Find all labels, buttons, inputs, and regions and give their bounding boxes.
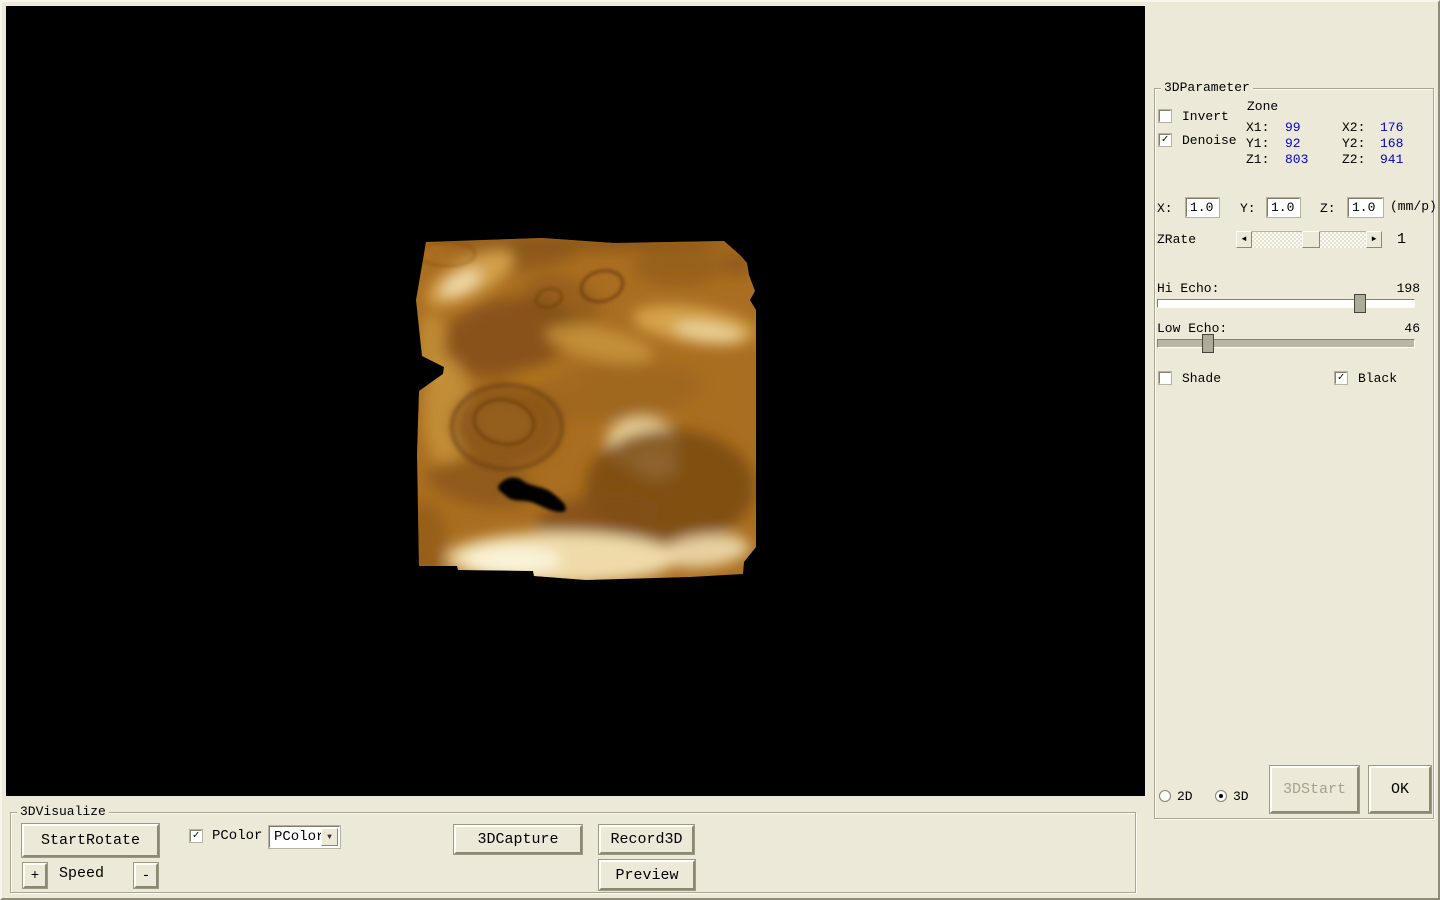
hi-echo-slider-thumb[interactable] <box>1354 294 1366 313</box>
zone-y2-value: 168 <box>1380 136 1403 151</box>
zone-x2-value: 176 <box>1380 120 1403 135</box>
radio-dot-icon <box>1219 794 1223 798</box>
low-echo-slider-thumb[interactable] <box>1202 334 1214 353</box>
chevron-down-icon[interactable]: ▼ <box>321 828 338 846</box>
pcolor-label: PColor <box>212 829 262 844</box>
start3d-button[interactable]: 3DStart <box>1270 766 1359 813</box>
check-icon: ✓ <box>1162 134 1169 146</box>
speed-plus-button[interactable]: + <box>23 863 47 888</box>
scroll-left-icon: ◄ <box>1242 235 1247 244</box>
zone-z2-label: Z2: <box>1342 152 1365 167</box>
parameter-groupbox-title: 3DParameter <box>1161 81 1253 95</box>
invert-checkbox[interactable] <box>1159 110 1171 122</box>
zone-x2-label: X2: <box>1342 120 1365 135</box>
combo-arrow-icon: ▼ <box>327 833 332 842</box>
zrate-scroll-left-button[interactable]: ◄ <box>1236 231 1252 248</box>
zrate-value: 1 <box>1397 232 1406 247</box>
z-scale-input[interactable] <box>1348 198 1383 217</box>
zone-y2-label: Y2: <box>1342 136 1365 151</box>
record-3d-button[interactable]: Record3D <box>599 825 694 854</box>
render-viewport[interactable] <box>6 6 1145 796</box>
ok-button[interactable]: OK <box>1369 766 1431 813</box>
start-rotate-button[interactable]: StartRotate <box>22 824 159 857</box>
scale-unit-label: (mm/p) <box>1390 199 1437 214</box>
speed-minus-button[interactable]: - <box>134 863 158 888</box>
mode-3d-radio[interactable] <box>1215 790 1227 802</box>
speed-label: Speed <box>59 866 104 881</box>
mode-2d-label: 2D <box>1177 789 1193 804</box>
ultrasound-volume-render <box>6 6 1145 796</box>
zone-z1-value: 803 <box>1285 152 1308 167</box>
hi-echo-label: Hi Echo: <box>1157 281 1219 296</box>
visualize-groupbox-title: 3DVisualize <box>17 805 109 819</box>
pcolor-dropdown[interactable]: PColor ▼ <box>269 826 340 848</box>
x-scale-label: X: <box>1157 201 1173 216</box>
zone-label: Zone <box>1247 99 1278 114</box>
preview-button[interactable]: Preview <box>599 860 695 890</box>
app-window: 3DParameter Invert ✓ Denoise Zone X1: 99… <box>0 0 1440 900</box>
x-scale-input[interactable] <box>1186 198 1219 217</box>
y-scale-input[interactable] <box>1267 198 1300 217</box>
hi-echo-value: 198 <box>1392 281 1420 296</box>
pcolor-dropdown-value: PColor <box>274 829 324 845</box>
zrate-scroll-right-button[interactable]: ► <box>1366 231 1382 248</box>
capture-3d-button[interactable]: 3DCapture <box>454 825 582 854</box>
black-label: Black <box>1358 371 1397 386</box>
mode-3d-label: 3D <box>1233 789 1249 804</box>
y-scale-label: Y: <box>1240 201 1256 216</box>
denoise-label: Denoise <box>1182 133 1237 148</box>
mode-2d-radio[interactable] <box>1159 790 1171 802</box>
low-echo-label: Low Echo: <box>1157 321 1227 336</box>
low-echo-value: 46 <box>1392 321 1420 336</box>
zone-y1-value: 92 <box>1285 136 1301 151</box>
denoise-checkbox[interactable]: ✓ <box>1159 134 1171 146</box>
low-echo-slider-track[interactable] <box>1157 339 1415 348</box>
scroll-right-icon: ► <box>1372 235 1377 244</box>
z-scale-label: Z: <box>1320 201 1336 216</box>
hi-echo-slider-track[interactable] <box>1157 299 1415 308</box>
shade-label: Shade <box>1182 371 1221 386</box>
black-checkbox[interactable]: ✓ <box>1335 372 1347 384</box>
check-icon: ✓ <box>193 830 200 842</box>
check-icon: ✓ <box>1338 372 1345 384</box>
zrate-label: ZRate <box>1157 232 1196 247</box>
invert-label: Invert <box>1182 109 1229 124</box>
zone-x1-value: 99 <box>1285 120 1301 135</box>
zrate-scrollbar-thumb[interactable] <box>1302 231 1320 248</box>
zone-x1-label: X1: <box>1246 120 1269 135</box>
pcolor-checkbox[interactable]: ✓ <box>190 830 202 842</box>
zone-z1-label: Z1: <box>1246 152 1269 167</box>
zone-y1-label: Y1: <box>1246 136 1269 151</box>
zone-z2-value: 941 <box>1380 152 1403 167</box>
shade-checkbox[interactable] <box>1159 372 1171 384</box>
